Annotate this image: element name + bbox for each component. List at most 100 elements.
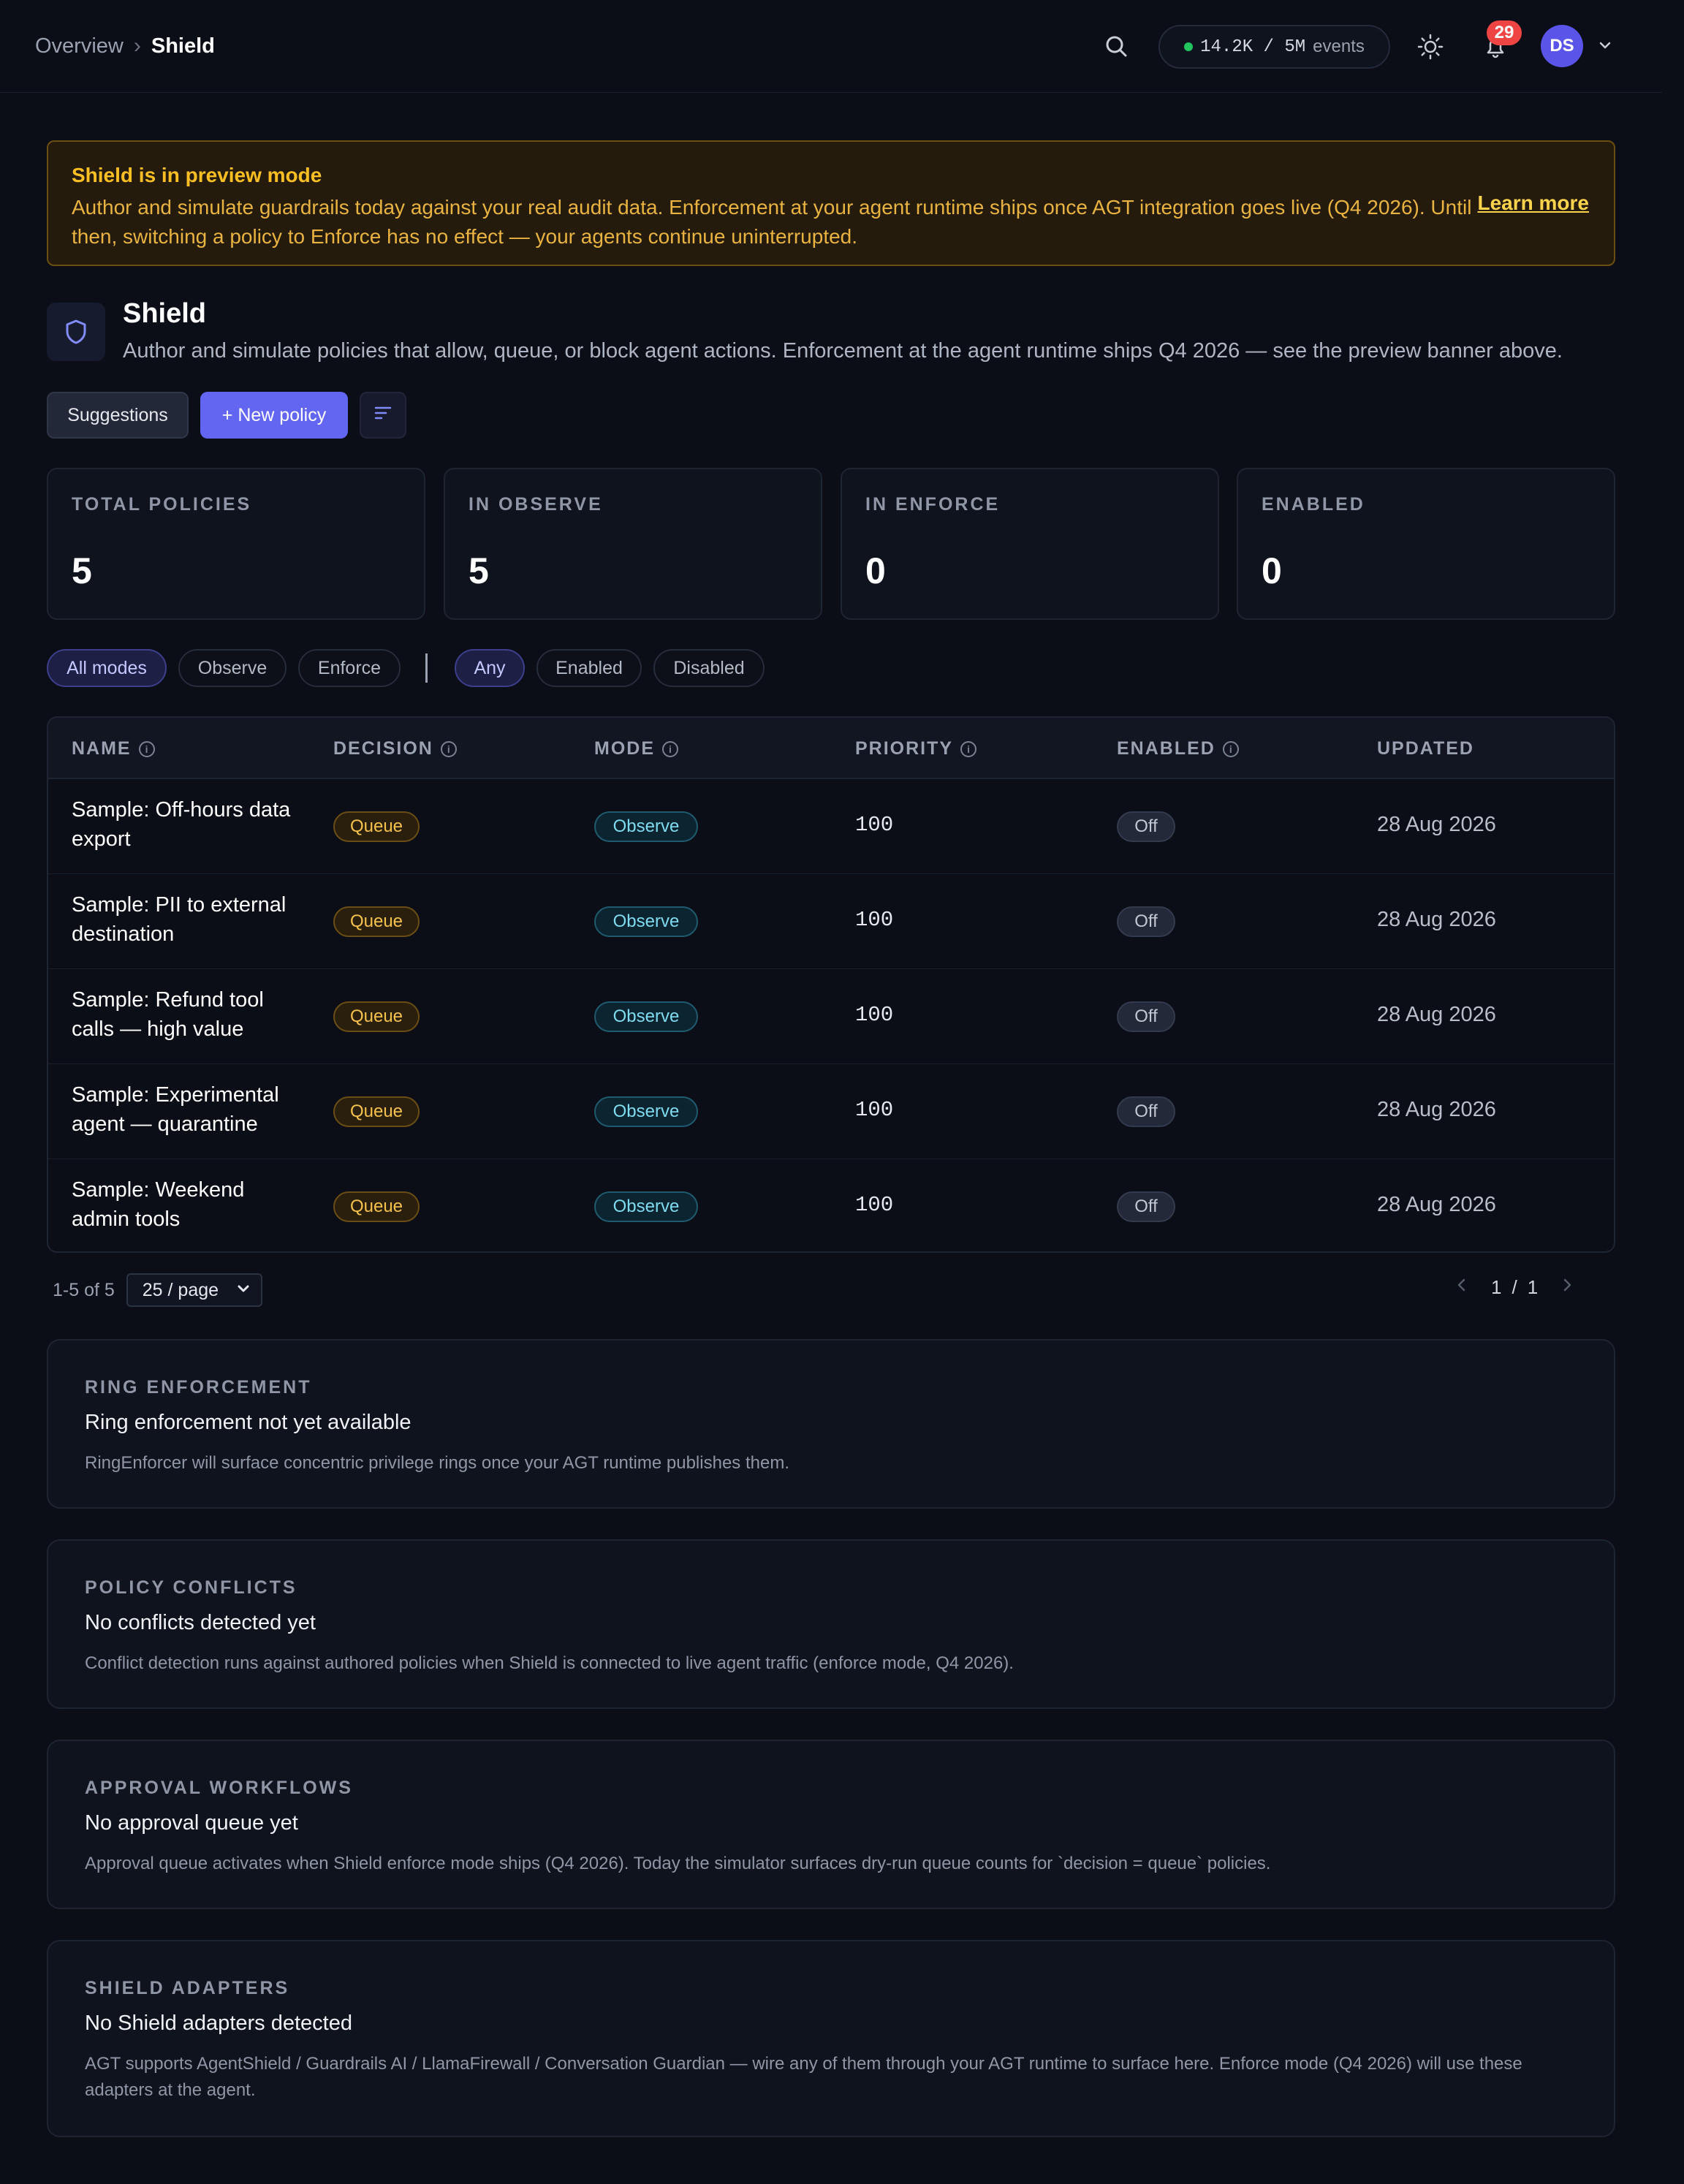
current-page: 1: [1491, 1276, 1502, 1298]
card-title: POLICY CONFLICTS: [85, 1577, 297, 1598]
total-pages: 1: [1527, 1276, 1539, 1298]
breadcrumb-overview-link[interactable]: Overview: [35, 34, 124, 58]
stat-value: 0: [865, 550, 886, 591]
column-header-mode[interactable]: MODE i: [594, 738, 678, 759]
table-row[interactable]: Sample: Experimental agent — quarantine …: [48, 1064, 1614, 1159]
mode-badge: Observe: [594, 1096, 698, 1127]
shield-icon: [47, 303, 105, 361]
column-header-name[interactable]: NAME i: [72, 738, 155, 759]
policy-conflicts-card: POLICY CONFLICTS No conflicts detected y…: [47, 1539, 1615, 1709]
new-policy-button[interactable]: + New policy: [200, 392, 348, 439]
filter-enabled-chip[interactable]: Enabled: [536, 649, 642, 687]
stat-value: 5: [469, 550, 489, 591]
column-header-updated[interactable]: UPDATED: [1377, 738, 1474, 759]
info-icon[interactable]: i: [1222, 740, 1239, 757]
user-avatar[interactable]: DS: [1541, 25, 1583, 67]
stat-card-in-observe: IN OBSERVE 5: [444, 468, 822, 620]
policies-table: NAME i DECISION i MODE i PRIORITY i ENABLED i…: [47, 716, 1615, 1253]
page-separator: /: [1512, 1276, 1517, 1298]
enabled-badge[interactable]: Off: [1117, 1191, 1175, 1222]
shield-adapters-card: SHIELD ADAPTERS No Shield adapters detec…: [47, 1940, 1615, 2137]
enabled-badge[interactable]: Off: [1117, 811, 1175, 842]
next-page-chevron-right-icon[interactable]: [1560, 1276, 1574, 1299]
priority-value: 100: [855, 1003, 894, 1027]
decision-badge: Queue: [333, 906, 420, 937]
policy-name[interactable]: Sample: Experimental agent — quarantine: [72, 1080, 291, 1139]
banner-title: Shield is in preview mode: [72, 164, 322, 186]
policy-name[interactable]: Sample: Refund tool calls — high value: [72, 985, 291, 1044]
breadcrumb-current: Shield: [151, 34, 215, 58]
stat-card-enabled: ENABLED 0: [1237, 468, 1615, 620]
priority-value: 100: [855, 1098, 894, 1122]
stat-card-total-policies: TOTAL POLICIES 5: [47, 468, 425, 620]
mode-badge: Observe: [594, 811, 698, 842]
events-value: 14.2K / 5M: [1200, 37, 1306, 57]
enabled-badge[interactable]: Off: [1117, 906, 1175, 937]
filter-enforce-chip[interactable]: Enforce: [298, 649, 401, 687]
stat-label: IN OBSERVE: [469, 494, 603, 515]
card-heading: Ring enforcement not yet available: [85, 1411, 411, 1434]
updated-date: 28 Aug 2026: [1377, 1003, 1496, 1026]
column-header-enabled[interactable]: ENABLED i: [1117, 738, 1239, 759]
info-icon[interactable]: i: [138, 740, 155, 757]
filter-any-chip[interactable]: Any: [455, 649, 525, 687]
card-heading: No Shield adapters detected: [85, 2012, 352, 2035]
table-row[interactable]: Sample: Off-hours data export Queue Obse…: [48, 779, 1614, 874]
column-header-decision[interactable]: DECISION i: [333, 738, 457, 759]
updated-date: 28 Aug 2026: [1377, 1098, 1496, 1121]
per-page-select[interactable]: 25 / page: [126, 1273, 262, 1307]
column-header-priority[interactable]: PRIORITY i: [855, 738, 977, 759]
info-icon[interactable]: i: [960, 740, 977, 757]
pagination-controls: 1 / 1: [1454, 1276, 1574, 1299]
banner-body: Author and simulate guardrails today aga…: [72, 196, 1472, 248]
card-heading: No conflicts detected yet: [85, 1611, 316, 1634]
learn-more-link[interactable]: Learn more: [1478, 192, 1590, 215]
card-heading: No approval queue yet: [85, 1811, 298, 1835]
events-usage-pill[interactable]: 14.2K / 5M events: [1158, 25, 1390, 69]
stat-label: IN ENFORCE: [865, 494, 1001, 515]
decision-badge: Queue: [333, 1191, 420, 1222]
notifications-count-badge: 29: [1487, 20, 1522, 45]
card-title: SHIELD ADAPTERS: [85, 1978, 290, 1998]
breadcrumb-chevron-icon: ›: [133, 34, 141, 58]
info-icon[interactable]: i: [440, 740, 457, 757]
page-indicator: 1 / 1: [1491, 1276, 1538, 1299]
table-row[interactable]: Sample: PII to external destination Queu…: [48, 874, 1614, 969]
prev-page-chevron-left-icon[interactable]: [1454, 1276, 1469, 1299]
card-description: RingEnforcer will surface concentric pri…: [85, 1453, 789, 1473]
stat-label: ENABLED: [1262, 494, 1365, 515]
policy-name[interactable]: Sample: PII to external destination: [72, 890, 291, 949]
info-icon[interactable]: i: [662, 740, 678, 757]
table-row[interactable]: Sample: Refund tool calls — high value Q…: [48, 969, 1614, 1064]
card-description: Conflict detection runs against authored…: [85, 1653, 1014, 1673]
search-icon[interactable]: [1102, 32, 1131, 61]
filter-observe-chip[interactable]: Observe: [178, 649, 287, 687]
table-header: NAME i DECISION i MODE i PRIORITY i ENABLED i…: [48, 718, 1614, 779]
sort-button[interactable]: [360, 392, 406, 439]
enabled-badge[interactable]: Off: [1117, 1096, 1175, 1127]
theme-toggle-sun-icon[interactable]: [1416, 32, 1445, 61]
stat-card-in-enforce: IN ENFORCE 0: [841, 468, 1219, 620]
page-title: Shield: [123, 298, 207, 329]
policy-name[interactable]: Sample: Weekend admin tools: [72, 1175, 291, 1234]
priority-value: 100: [855, 908, 894, 932]
updated-date: 28 Aug 2026: [1377, 813, 1496, 836]
suggestions-button[interactable]: Suggestions: [47, 392, 189, 439]
enabled-badge[interactable]: Off: [1117, 1001, 1175, 1032]
sort-lines-icon: [372, 402, 394, 429]
stat-value: 5: [72, 550, 92, 591]
table-row[interactable]: Sample: Weekend admin tools Queue Observ…: [48, 1159, 1614, 1251]
filter-all-modes-chip[interactable]: All modes: [47, 649, 167, 687]
chevron-down-icon[interactable]: [1596, 37, 1614, 54]
card-title: RING ENFORCEMENT: [85, 1377, 312, 1398]
priority-value: 100: [855, 1193, 894, 1217]
policy-name[interactable]: Sample: Off-hours data export: [72, 795, 291, 854]
mode-badge: Observe: [594, 906, 698, 937]
breadcrumb: Overview › Shield: [35, 34, 215, 58]
page-subtitle: Author and simulate policies that allow,…: [123, 339, 1563, 363]
filter-disabled-chip[interactable]: Disabled: [653, 649, 765, 687]
decision-badge: Queue: [333, 811, 420, 842]
status-dot-icon: [1184, 42, 1194, 51]
priority-value: 100: [855, 813, 894, 837]
pagination-range: 1-5 of 5: [53, 1279, 115, 1300]
